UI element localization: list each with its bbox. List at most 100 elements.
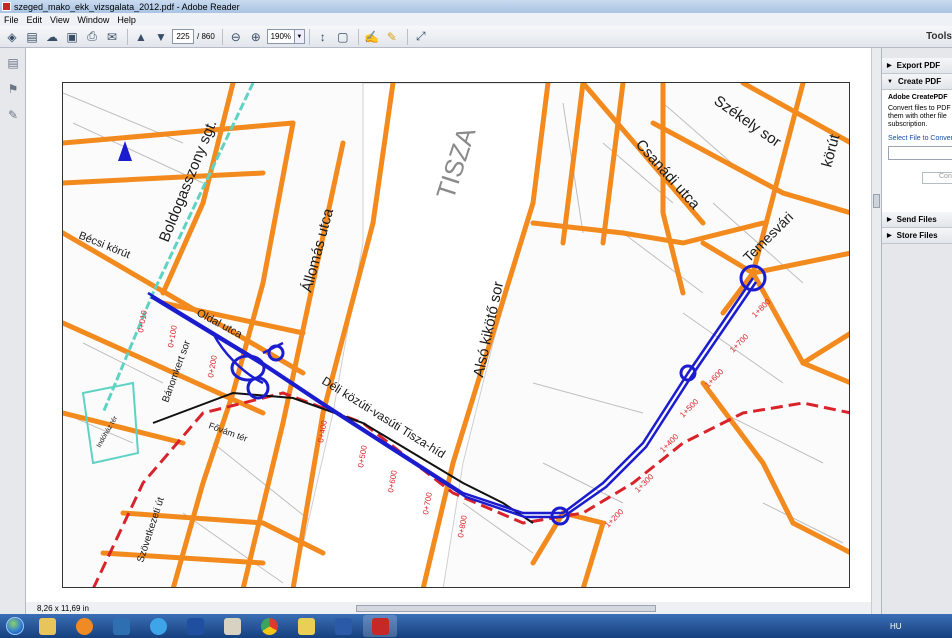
tools-button[interactable]: Tools xyxy=(926,31,952,42)
comment-icon[interactable]: ✍ xyxy=(363,28,381,46)
create-pdf-body: Adobe CreatePDF Convert files to PDF the… xyxy=(882,90,952,212)
chainage-label: 1+500 xyxy=(678,397,701,420)
chainage-label: 1+700 xyxy=(728,332,751,355)
highlight-icon[interactable]: ✎ xyxy=(383,28,401,46)
expand-arrow-icon: ▶ xyxy=(887,233,892,239)
send-files-label: Send Files xyxy=(896,215,937,224)
email-icon[interactable]: ✉ xyxy=(103,28,121,46)
create-pdf-section[interactable]: ▼ Create PDF xyxy=(882,74,952,90)
panel-spacer xyxy=(882,48,952,58)
taskbar-media[interactable] xyxy=(67,615,101,637)
chainage-label: 0+800 xyxy=(456,514,469,538)
vertical-scrollbar[interactable] xyxy=(871,48,881,614)
presentation-icon xyxy=(223,617,241,635)
horizontal-scroll-thumb[interactable] xyxy=(356,605,656,612)
chainage-label: 1+400 xyxy=(658,432,681,455)
store-files-label: Store Files xyxy=(896,231,938,240)
start-button[interactable] xyxy=(0,614,30,638)
status-bar: 8,26 x 11,69 in xyxy=(26,602,871,614)
create-pdf-desc: subscription. xyxy=(888,121,928,128)
toolbar-separator xyxy=(406,28,408,45)
taskbar-explorer[interactable] xyxy=(30,615,64,637)
left-navigation-pane: ▤ ⚑ ✎ xyxy=(0,48,26,614)
chainage-label: 1+200 xyxy=(603,507,626,530)
chainage-label: 1+600 xyxy=(703,367,726,390)
taskbar: HU xyxy=(0,614,952,638)
toolbar-separator xyxy=(308,28,310,45)
tools-pane: ▶ Export PDF ▼ Create PDF Adobe CreatePDF … xyxy=(881,48,952,614)
select-file-field[interactable] xyxy=(888,146,952,160)
zoom-out-icon[interactable]: ⊖ xyxy=(227,28,245,46)
bookmark-icon[interactable]: ⚑ xyxy=(6,82,20,96)
c-app-icon xyxy=(112,617,130,635)
title-bar: szeged_mako_ekk_vizsgalata_2012.pdf - Ad… xyxy=(0,0,952,13)
menu-view[interactable]: View xyxy=(46,15,73,25)
word-icon xyxy=(334,617,352,635)
export-pdf-label: Export PDF xyxy=(896,61,941,70)
store-files-section[interactable]: ▶ Store Files xyxy=(882,228,952,244)
taskbar-app-c[interactable] xyxy=(104,615,138,637)
windows-logo-icon xyxy=(6,617,24,635)
north-arrow-icon xyxy=(118,141,132,161)
taskbar-word[interactable] xyxy=(326,615,360,637)
send-files-section[interactable]: ▶ Send Files xyxy=(882,212,952,228)
taskbar-adobe-reader[interactable] xyxy=(363,615,397,637)
vertical-scroll-thumb[interactable] xyxy=(873,194,880,208)
system-tray: HU xyxy=(882,614,952,638)
document-viewport[interactable]: Boldogasszony sgt. Bécsi körút Állomás u… xyxy=(26,48,871,602)
create-pdf-label: Create PDF xyxy=(897,77,942,86)
zoom-in-icon[interactable]: ⊕ xyxy=(247,28,265,46)
select-file-link[interactable]: Select File to Conver xyxy=(888,135,952,143)
menu-help[interactable]: Help xyxy=(113,15,140,25)
print-icon[interactable]: ⎙ xyxy=(83,28,101,46)
combine-icon[interactable]: ▤ xyxy=(23,28,41,46)
toolbar-separator xyxy=(357,28,359,45)
label-korut: körút xyxy=(818,132,843,169)
save-icon[interactable]: ▣ xyxy=(63,28,81,46)
cloud-icon[interactable]: ☁ xyxy=(43,28,61,46)
page-size: 8,26 x 11,69 in xyxy=(37,603,89,613)
label-csanadi: Csanádi utca xyxy=(632,136,704,213)
chainage-label: 0+100 xyxy=(166,324,179,348)
menu-edit[interactable]: Edit xyxy=(23,15,47,25)
next-page-icon[interactable]: ▼ xyxy=(152,28,170,46)
page-thumbnails-icon[interactable]: ▤ xyxy=(6,56,20,70)
zoom-input[interactable]: 190% xyxy=(266,29,295,44)
language-indicator[interactable]: HU xyxy=(890,622,902,631)
fit-page-icon[interactable]: ↕ xyxy=(314,28,332,46)
toolbar-separator xyxy=(221,28,223,45)
toolbar: ◈ ▤ ☁ ▣ ⎙ ✉ ▲ ▼ 225 / 860 ⊖ ⊕ 190% ▼ ↕ ▢… xyxy=(0,26,952,48)
media-player-icon xyxy=(75,617,93,635)
map-page: Boldogasszony sgt. Bécsi körút Állomás u… xyxy=(62,82,850,588)
menu-file[interactable]: File xyxy=(0,15,23,25)
expand-arrow-icon: ▶ xyxy=(887,63,892,69)
page-number-input[interactable]: 225 xyxy=(172,29,194,44)
expand-arrow-icon: ▶ xyxy=(887,217,892,223)
previous-page-icon[interactable]: ▲ xyxy=(132,28,150,46)
menu-window[interactable]: Window xyxy=(73,15,113,25)
taskbar-chrome[interactable] xyxy=(252,615,286,637)
convert-button[interactable]: Con xyxy=(922,172,952,184)
page-total: / 860 xyxy=(197,32,215,41)
create-pdf-desc: them with other file xyxy=(888,113,947,120)
taskbar-notes[interactable] xyxy=(289,615,323,637)
adobe-reader-icon xyxy=(371,617,389,635)
create-pdf-icon[interactable]: ◈ xyxy=(3,28,21,46)
taskbar-presentation[interactable] xyxy=(215,615,249,637)
export-pdf-section[interactable]: ▶ Export PDF xyxy=(882,58,952,74)
create-pdf-desc: Convert files to PDF xyxy=(888,105,951,112)
create-pdf-title: Adobe CreatePDF xyxy=(888,94,948,101)
full-screen-icon[interactable]: ▢ xyxy=(334,28,352,46)
taskbar-ie[interactable] xyxy=(141,615,175,637)
chainage-label: 1+300 xyxy=(633,472,656,495)
zoom-dropdown-icon[interactable]: ▼ xyxy=(294,29,305,44)
menu-bar: File Edit View Window Help xyxy=(0,13,952,26)
taskbar-save[interactable] xyxy=(178,615,212,637)
pen-icon[interactable]: ✎ xyxy=(6,108,20,122)
expand-icon[interactable]: ⤢ xyxy=(412,28,430,46)
adobe-reader-icon xyxy=(2,2,11,11)
collapse-arrow-icon: ▼ xyxy=(887,78,893,85)
chrome-icon xyxy=(260,617,278,635)
notes-icon xyxy=(297,617,315,635)
map-drawing: Boldogasszony sgt. Bécsi körút Állomás u… xyxy=(63,83,849,587)
